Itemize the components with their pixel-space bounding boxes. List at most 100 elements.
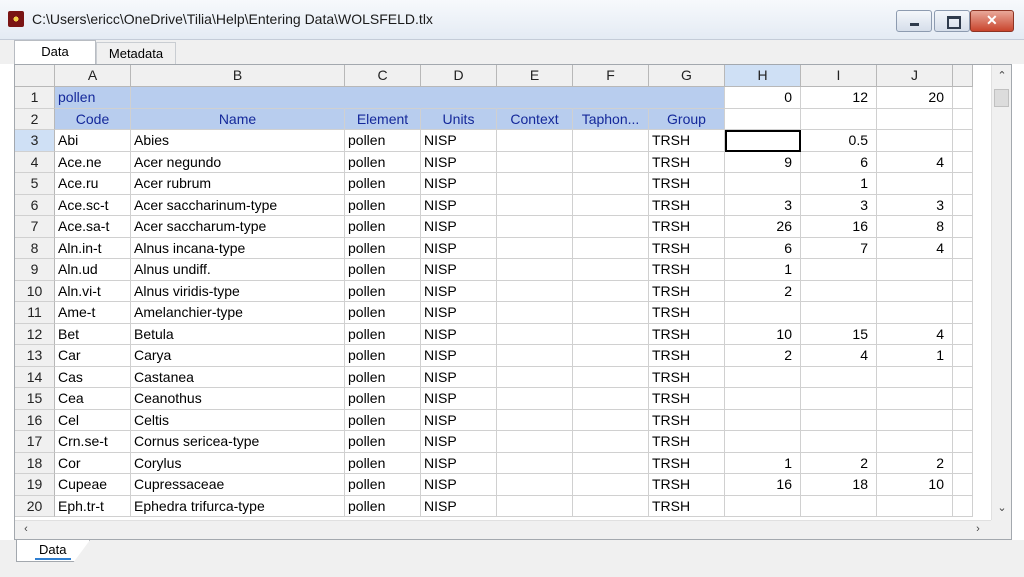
cell-k4[interactable] [953,151,973,173]
cell-b12[interactable]: Betula [131,323,345,345]
cell-b20[interactable]: Ephedra trifurca-type [131,495,345,517]
cell-j17[interactable] [877,431,953,453]
cell-d8[interactable]: NISP [421,237,497,259]
cell-a20[interactable]: Eph.tr-t [55,495,131,517]
column-header-g[interactable]: G [649,65,725,87]
cell-c16[interactable]: pollen [345,409,421,431]
cell-j10[interactable] [877,280,953,302]
cell-j9[interactable] [877,259,953,281]
row-header-8[interactable]: 8 [15,237,55,259]
cell-b1[interactable] [131,87,345,109]
row-header-19[interactable]: 19 [15,474,55,496]
row-header-9[interactable]: 9 [15,259,55,281]
cell-e9[interactable] [497,259,573,281]
cell-a14[interactable]: Cas [55,366,131,388]
cell-f18[interactable] [573,452,649,474]
cell-i4[interactable]: 6 [801,151,877,173]
cell-a13[interactable]: Car [55,345,131,367]
row-header-3[interactable]: 3 [15,130,55,152]
cell-j19[interactable]: 10 [877,474,953,496]
cell-b18[interactable]: Corylus [131,452,345,474]
cell-c19[interactable]: pollen [345,474,421,496]
cell-h4[interactable]: 9 [725,151,801,173]
cell-d7[interactable]: NISP [421,216,497,238]
cell-e20[interactable] [497,495,573,517]
cell-k18[interactable] [953,452,973,474]
cell-d18[interactable]: NISP [421,452,497,474]
cell-c18[interactable]: pollen [345,452,421,474]
column-header-k[interactable] [953,65,973,87]
cell-c12[interactable]: pollen [345,323,421,345]
cell-k10[interactable] [953,280,973,302]
cell-d5[interactable]: NISP [421,173,497,195]
cell-a4[interactable]: Ace.ne [55,151,131,173]
cell-e3[interactable] [497,130,573,152]
cell-g17[interactable]: TRSH [649,431,725,453]
tab-metadata[interactable]: Metadata [96,42,176,64]
row-header-2[interactable]: 2 [15,108,55,130]
cell-i14[interactable] [801,366,877,388]
chevron-right-icon[interactable]: › [969,523,987,535]
column-header-f[interactable]: F [573,65,649,87]
cell-a6[interactable]: Ace.sc-t [55,194,131,216]
cell-i8[interactable]: 7 [801,237,877,259]
cell-c17[interactable]: pollen [345,431,421,453]
cell-h9[interactable]: 1 [725,259,801,281]
cell-i1[interactable]: 12 [801,87,877,109]
row-header-4[interactable]: 4 [15,151,55,173]
cell-j18[interactable]: 2 [877,452,953,474]
cell-h16[interactable] [725,409,801,431]
cell-j2[interactable] [877,108,953,130]
cell-a19[interactable]: Cupeae [55,474,131,496]
cell-i17[interactable] [801,431,877,453]
cell-j8[interactable]: 4 [877,237,953,259]
cell-g20[interactable]: TRSH [649,495,725,517]
cell-b16[interactable]: Celtis [131,409,345,431]
cell-a1[interactable]: pollen [55,87,131,109]
cell-b17[interactable]: Cornus sericea-type [131,431,345,453]
cell-k8[interactable] [953,237,973,259]
row-header-15[interactable]: 15 [15,388,55,410]
cell-d12[interactable]: NISP [421,323,497,345]
maximize-button[interactable] [934,10,970,32]
row-header-13[interactable]: 13 [15,345,55,367]
row-header-6[interactable]: 6 [15,194,55,216]
cell-e19[interactable] [497,474,573,496]
cell-g11[interactable]: TRSH [649,302,725,324]
cell-b3[interactable]: Abies [131,130,345,152]
sheet-tab-data[interactable]: Data [16,540,90,562]
cell-d11[interactable]: NISP [421,302,497,324]
column-header-j[interactable]: J [877,65,953,87]
cell-k14[interactable] [953,366,973,388]
cell-f1[interactable] [573,87,649,109]
cell-g9[interactable]: TRSH [649,259,725,281]
cell-j20[interactable] [877,495,953,517]
cell-f6[interactable] [573,194,649,216]
cell-f8[interactable] [573,237,649,259]
cell-k11[interactable] [953,302,973,324]
column-header-h[interactable]: H [725,65,801,87]
cell-g12[interactable]: TRSH [649,323,725,345]
cell-g6[interactable]: TRSH [649,194,725,216]
cell-k9[interactable] [953,259,973,281]
cell-i15[interactable] [801,388,877,410]
cell-g19[interactable]: TRSH [649,474,725,496]
cell-j12[interactable]: 4 [877,323,953,345]
cell-f9[interactable] [573,259,649,281]
column-header-b[interactable]: B [131,65,345,87]
cell-j16[interactable] [877,409,953,431]
cell-b9[interactable]: Alnus undiff. [131,259,345,281]
cell-b15[interactable]: Ceanothus [131,388,345,410]
cell-b19[interactable]: Cupressaceae [131,474,345,496]
cell-j11[interactable] [877,302,953,324]
row-header-14[interactable]: 14 [15,366,55,388]
cell-a10[interactable]: Aln.vi-t [55,280,131,302]
cell-k12[interactable] [953,323,973,345]
cell-e10[interactable] [497,280,573,302]
cell-j4[interactable]: 4 [877,151,953,173]
cell-i10[interactable] [801,280,877,302]
cell-g4[interactable]: TRSH [649,151,725,173]
cell-c20[interactable]: pollen [345,495,421,517]
cell-e12[interactable] [497,323,573,345]
cell-i5[interactable]: 1 [801,173,877,195]
